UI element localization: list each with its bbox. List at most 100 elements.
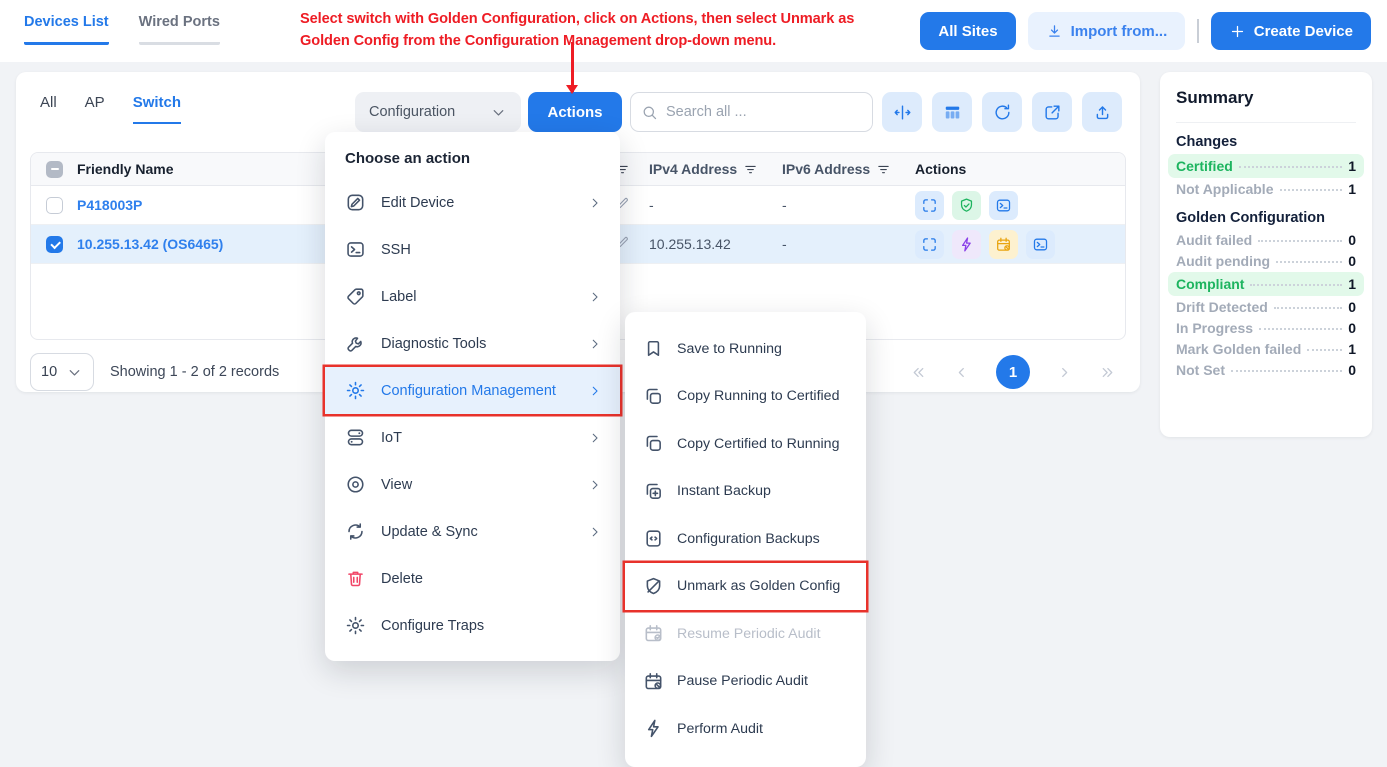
device-name-link[interactable]: 10.255.13.42 (OS6465) <box>77 236 223 252</box>
topbar-divider <box>1197 19 1199 43</box>
file-code-icon <box>643 528 664 549</box>
ipv6-cell: - <box>782 236 915 252</box>
summary-section-header: Changes <box>1176 134 1356 150</box>
refresh-button[interactable] <box>982 92 1022 132</box>
create-device-button[interactable]: Create Device <box>1211 12 1371 50</box>
action-menu-title: Choose an action <box>325 150 620 167</box>
dotted-leader <box>1276 261 1342 263</box>
filter-icon[interactable] <box>743 162 758 177</box>
gear-icon <box>345 615 366 636</box>
dotted-leader <box>1250 284 1342 286</box>
dotted-leader <box>1274 307 1342 309</box>
iot-icon <box>345 427 366 448</box>
action-menu-item-configure-traps[interactable]: Configure Traps <box>325 602 620 649</box>
summary-title: Summary <box>1176 88 1356 123</box>
submenu-item-copy-certified-to-running[interactable]: Copy Certified to Running <box>625 420 866 468</box>
chevron-right-icon <box>588 431 602 445</box>
submenu-item-configuration-backups[interactable]: Configuration Backups <box>625 515 866 563</box>
first-page-button[interactable] <box>910 364 927 381</box>
configuration-dropdown[interactable]: Configuration <box>355 92 521 132</box>
column-ipv4-label: IPv4 Address <box>649 161 737 177</box>
bolt-icon <box>643 718 664 739</box>
column-ipv6[interactable]: IPv6 Address <box>782 161 915 177</box>
open-external-button[interactable] <box>1032 92 1072 132</box>
perform-audit-icon[interactable] <box>952 230 981 259</box>
prev-page-button[interactable] <box>953 364 970 381</box>
submenu-item-save-to-running[interactable]: Save to Running <box>625 325 866 373</box>
remote-view-icon[interactable] <box>915 230 944 259</box>
configuration-management-submenu: Save to Running Copy Running to Certifie… <box>625 312 866 767</box>
copy-icon <box>643 433 664 454</box>
import-from-button[interactable]: Import from... <box>1028 12 1186 50</box>
row-checkbox[interactable] <box>46 236 63 253</box>
action-menu-item-update-sync[interactable]: Update & Sync <box>325 508 620 555</box>
submenu-item-perform-audit[interactable]: Perform Audit <box>625 705 866 753</box>
column-resize-button[interactable] <box>882 92 922 132</box>
page-size-value: 10 <box>41 364 57 380</box>
submenu-item-instant-backup[interactable]: Instant Backup <box>625 468 866 516</box>
annotation-arrow <box>571 42 574 92</box>
device-name-link[interactable]: P418003P <box>77 197 142 213</box>
compliant-shield-icon[interactable] <box>952 191 981 220</box>
periodic-audit-paused-icon[interactable] <box>989 230 1018 259</box>
summary-panel: Summary Changes Certified 1 Not Applicab… <box>1160 72 1372 437</box>
all-sites-button[interactable]: All Sites <box>920 12 1015 50</box>
current-page-button[interactable]: 1 <box>996 355 1030 389</box>
select-all-checkbox[interactable] <box>46 161 63 178</box>
edit-icon <box>345 192 366 213</box>
next-page-button[interactable] <box>1056 364 1073 381</box>
copy-plus-icon <box>643 481 664 502</box>
create-device-label: Create Device <box>1254 23 1353 40</box>
calendar-off-icon <box>643 671 664 692</box>
summary-row-mark-golden-failed: Mark Golden failed 1 <box>1168 339 1364 359</box>
search-input[interactable] <box>666 104 862 120</box>
annotation-line-2: Golden Config from the Configuration Man… <box>300 30 950 52</box>
action-menu-item-configuration-management[interactable]: Configuration Management <box>325 367 620 414</box>
action-menu-item-iot[interactable]: IoT <box>325 414 620 461</box>
tab-all[interactable]: All <box>40 94 57 124</box>
tab-switch[interactable]: Switch <box>133 94 181 124</box>
terminal-icon[interactable] <box>989 191 1018 220</box>
dotted-leader <box>1258 240 1342 242</box>
row-checkbox[interactable] <box>46 197 63 214</box>
submenu-item-copy-running-to-certified[interactable]: Copy Running to Certified <box>625 373 866 421</box>
action-menu-items: Edit Device SSH Label Diagnostic Tools C… <box>325 179 620 649</box>
export-button[interactable] <box>1082 92 1122 132</box>
dotted-leader <box>1307 349 1342 351</box>
action-menu-item-edit-device[interactable]: Edit Device <box>325 179 620 226</box>
page-size-select[interactable]: 10 <box>30 353 94 391</box>
tab-wired-ports[interactable]: Wired Ports <box>139 14 220 45</box>
action-menu-item-delete[interactable]: Delete <box>325 555 620 602</box>
action-menu-item-view[interactable]: View <box>325 461 620 508</box>
pagination: 1 <box>910 355 1116 389</box>
last-page-button[interactable] <box>1099 364 1116 381</box>
chevron-right-icon <box>588 337 602 351</box>
remote-view-icon[interactable] <box>915 191 944 220</box>
device-type-tabs: All AP Switch <box>40 94 181 124</box>
column-ipv4[interactable]: IPv4 Address <box>649 161 782 177</box>
summary-section-header: Golden Configuration <box>1176 210 1356 226</box>
submenu-item-pause-periodic-audit[interactable]: Pause Periodic Audit <box>625 658 866 706</box>
search-box <box>630 92 873 132</box>
action-menu-item-diagnostic-tools[interactable]: Diagnostic Tools <box>325 320 620 367</box>
row-actions <box>915 191 1125 220</box>
submenu-item-unmark-as-golden-config[interactable]: Unmark as Golden Config <box>625 563 866 611</box>
plus-icon <box>1229 23 1246 40</box>
download-icon <box>1046 23 1063 40</box>
topbar-tabs: Devices List Wired Ports <box>24 14 220 45</box>
tab-ap[interactable]: AP <box>85 94 105 124</box>
action-menu: Choose an action Edit Device SSH Label D… <box>325 132 620 661</box>
configuration-dropdown-label: Configuration <box>369 104 455 120</box>
shield-off-icon <box>643 576 664 597</box>
filter-icon[interactable] <box>876 162 891 177</box>
terminal-icon[interactable] <box>1026 230 1055 259</box>
ipv6-cell: - <box>782 197 915 213</box>
tab-devices-list[interactable]: Devices List <box>24 14 109 45</box>
columns-button[interactable] <box>932 92 972 132</box>
records-count-text: Showing 1 - 2 of 2 records <box>110 364 279 380</box>
column-ipv6-label: IPv6 Address <box>782 161 870 177</box>
action-menu-item-ssh[interactable]: SSH <box>325 226 620 273</box>
open-external-icon <box>1043 103 1062 122</box>
action-menu-item-label[interactable]: Label <box>325 273 620 320</box>
gear-icon <box>345 380 366 401</box>
